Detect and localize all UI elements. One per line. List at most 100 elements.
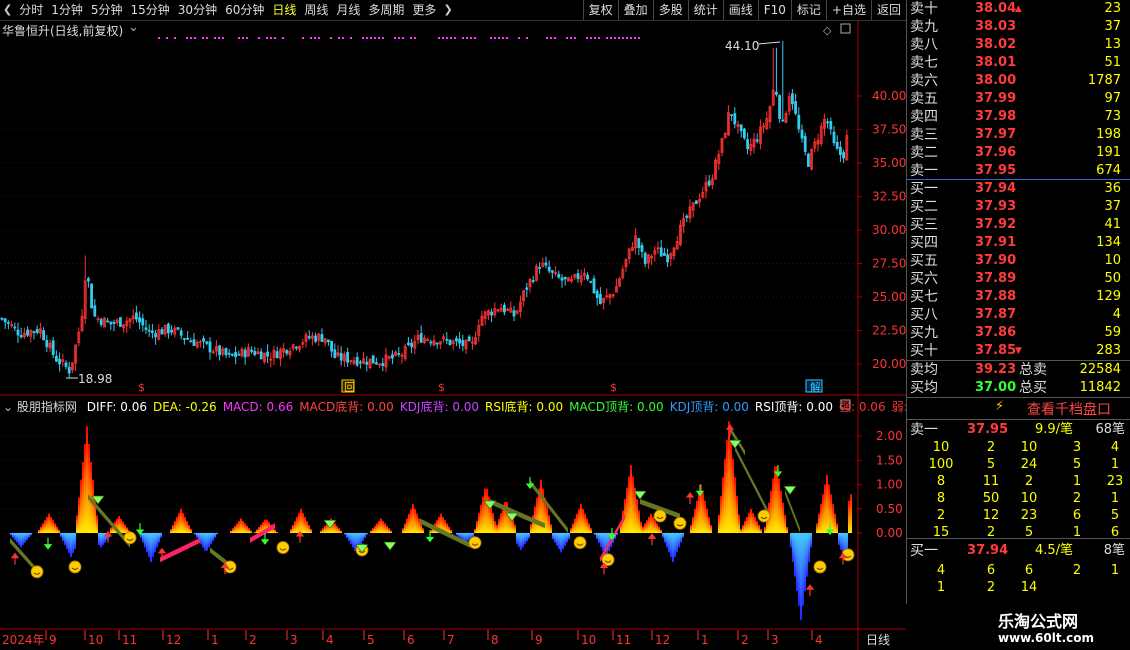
histogram-bar: [450, 529, 452, 533]
histogram-bar: [790, 533, 792, 548]
ask-level-row[interactable]: 卖九 38.03 37: [907, 18, 1130, 36]
adjust-button[interactable]: 复权: [582, 0, 618, 20]
bid-level-row[interactable]: 买五 37.90 10: [907, 252, 1130, 270]
window-toggle-icon: [840, 23, 851, 34]
queue-cell: 11: [982, 474, 1000, 489]
bid-level-row[interactable]: 买九 37.86 59: [907, 324, 1130, 342]
signal-dot: [590, 37, 592, 39]
lightning-icon: ⚡: [995, 399, 1005, 414]
histogram-bar: [376, 523, 378, 533]
histogram-bar: [626, 487, 628, 533]
chart-title: 华鲁恒升(日线,前复权): [2, 24, 124, 38]
f10-button[interactable]: F10: [757, 0, 791, 20]
period-tab-monthly[interactable]: 月线: [332, 0, 364, 20]
ask-level-row[interactable]: 卖六 38.00 1787: [907, 72, 1130, 90]
signal-dot: [382, 37, 384, 39]
candle-body: [560, 277, 564, 281]
month-label: 6: [407, 633, 415, 647]
histogram-bar: [816, 523, 818, 533]
period-tab-daily[interactable]: 日线: [268, 0, 300, 20]
candle-body: [275, 351, 279, 359]
candle-body: [448, 339, 452, 345]
histogram-bar: [550, 524, 552, 533]
bid-level-row[interactable]: 买八 37.87 4: [907, 306, 1130, 324]
bid-level-row[interactable]: 买三 37.92 41: [907, 216, 1130, 234]
candle-body: [746, 139, 749, 150]
level-volume: 51: [1104, 55, 1121, 70]
chevron-left-icon[interactable]: ❮: [0, 0, 15, 20]
level-price: 37.98: [975, 109, 1017, 124]
statistics-button[interactable]: 统计: [687, 0, 723, 20]
ask-level-row[interactable]: 卖二 37.96 191: [907, 144, 1130, 162]
histogram-bar: [322, 528, 324, 533]
indicator-chart[interactable]: 2.00 1.50 1.00 0.50 0.00: [0, 396, 906, 630]
period-tab-timeshare[interactable]: 分时: [15, 0, 47, 20]
histogram-bar: [600, 533, 602, 548]
divider: [907, 419, 1130, 420]
histogram-bar: [730, 440, 732, 533]
ask-level-row[interactable]: 卖七 38.01 51: [907, 54, 1130, 72]
period-tab-5min[interactable]: 5分钟: [87, 0, 127, 20]
draw-line-button[interactable]: 画线: [722, 0, 758, 20]
multi-stock-button[interactable]: 多股: [652, 0, 688, 20]
candle-body: [791, 93, 794, 105]
level-volume: 97: [1104, 91, 1121, 106]
indicator-name: 股朋指标网: [16, 400, 77, 414]
bid-level-row[interactable]: 买七 37.88 129: [907, 288, 1130, 306]
bid-level-row[interactable]: 买一 37.94 36: [907, 180, 1130, 198]
month-label: 10: [581, 633, 596, 647]
overlay-button[interactable]: 叠加: [617, 0, 653, 20]
bid-level-row[interactable]: 买十 37.85 ▼ 283: [907, 342, 1130, 360]
ask-level-row[interactable]: 卖八 38.02 13: [907, 36, 1130, 54]
add-watchlist-button[interactable]: +自选: [825, 0, 871, 20]
candle-body: [3, 318, 7, 323]
period-tab-multi[interactable]: 多周期: [364, 0, 408, 20]
period-tab-weekly[interactable]: 周线: [300, 0, 332, 20]
ask-level-row[interactable]: 卖五 37.99 97: [907, 90, 1130, 108]
histogram-bar: [254, 531, 256, 533]
mark-button[interactable]: 标记: [790, 0, 826, 20]
period-tab-1min[interactable]: 1分钟: [47, 0, 87, 20]
period-tab-15min[interactable]: 15分钟: [127, 0, 174, 20]
period-tab-60min[interactable]: 60分钟: [221, 0, 268, 20]
histogram-bar: [558, 533, 560, 550]
indicator-value: KDJ底背: 0.00: [399, 400, 480, 414]
bid-level-row[interactable]: 买四 37.91 134: [907, 234, 1130, 252]
histogram-bar: [682, 533, 684, 538]
candle-body: [525, 287, 529, 290]
histogram-bar: [16, 533, 18, 543]
depth-button[interactable]: ⚡ 查看千档盘口: [907, 398, 1130, 418]
histogram-bar: [474, 528, 476, 533]
month-label: 12: [166, 633, 181, 647]
histogram-bar: [42, 523, 44, 533]
back-button[interactable]: 返回: [870, 0, 906, 20]
level-volume: 73: [1104, 109, 1121, 124]
histogram-bar: [808, 533, 810, 563]
histogram-bar: [662, 533, 664, 538]
chevron-right-icon[interactable]: ❯: [440, 0, 455, 20]
ask-level-row[interactable]: 卖十 38.04 ▲ 23: [907, 0, 1130, 18]
month-label: 4: [326, 633, 334, 647]
level-price: 37.91: [975, 235, 1017, 250]
period-tab-more[interactable]: 更多: [408, 0, 440, 20]
price-tick-label: 20.00: [872, 357, 906, 371]
chevron-down-icon[interactable]: ⌄: [128, 20, 139, 35]
bid-level-row[interactable]: 买二 37.93 37: [907, 198, 1130, 216]
candle-body: [781, 119, 785, 122]
candlestick-chart[interactable]: 40.00 37.50 35.00 32.50 30.00 27.50 25.00 22.50…: [0, 21, 906, 396]
ask-level-row[interactable]: 卖一 37.95 674: [907, 162, 1130, 180]
histogram-bar: [158, 533, 160, 543]
period-tab-30min[interactable]: 30分钟: [174, 0, 221, 20]
ask-level-row[interactable]: 卖四 37.98 73: [907, 108, 1130, 126]
signal-dot: [574, 37, 576, 39]
histogram-bar: [296, 516, 298, 533]
histogram-bar: [466, 533, 468, 542]
histogram-bar: [658, 526, 660, 533]
candle-body: [51, 340, 55, 355]
histogram-bar: [794, 533, 796, 577]
bid-level-row[interactable]: 买六 37.89 50: [907, 270, 1130, 288]
ask-level-row[interactable]: 卖三 37.97 198: [907, 126, 1130, 144]
chevron-down-icon[interactable]: ⌄: [3, 400, 13, 414]
event-marker: 解: [810, 380, 821, 394]
level-price: 38.01: [975, 55, 1017, 70]
